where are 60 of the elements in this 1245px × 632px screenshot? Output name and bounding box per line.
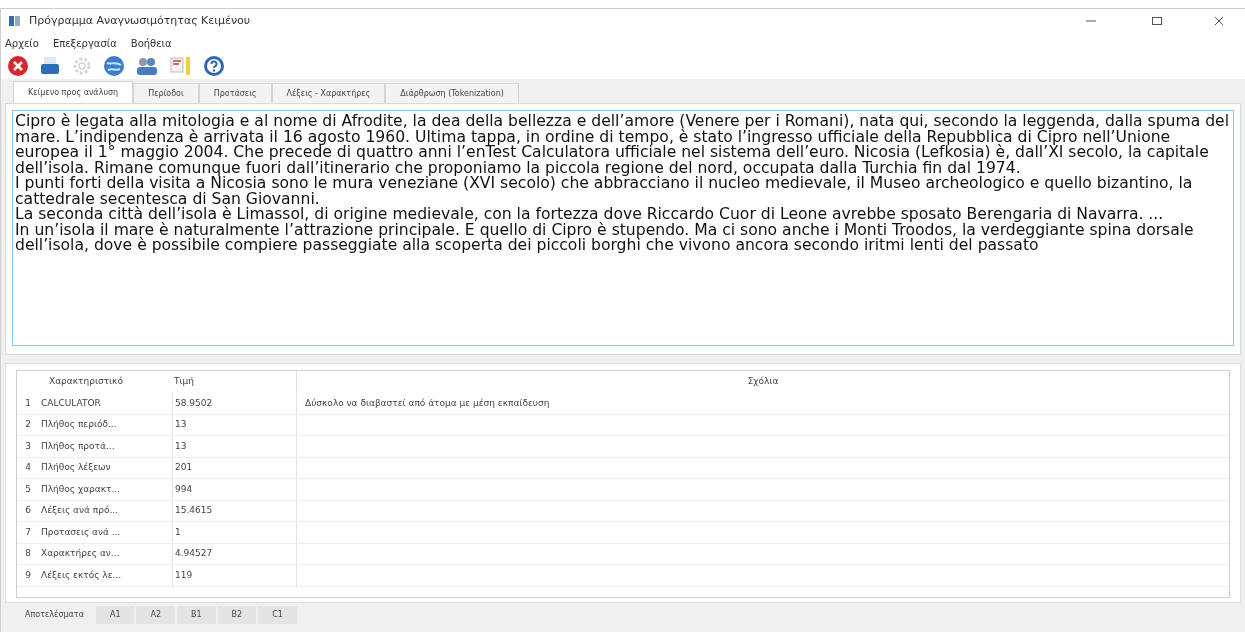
app-icon [9, 16, 21, 26]
paragraph: Cipro è legata alla mitologia e al nome di Afrodite, la dea della bellezza e dell’amore (Venere per i Romani), nata qui, secondo la leggenda, dalla spuma del mare. L’indipendenza è arrivata il 16 agosto 1960. Ultima tappa, in ordine di tempo, è stato l’ingresso ufficiale della Repubblica di Cipro nell’Unione europea il 1° maggio 2004. Che precede di quattro anni l’enTest Calculatora ufficiale nel sistema dell’euro. Nicosia (Lefkosia) è, dall’XI secolo, la capitale dell’isola. Rimane comunque fuori dall’itinerario che proponiamo la piccola regione del nord, occupata dalla Turchia fin dal 1974. [15, 114, 1230, 176]
tab[interactable]: Λέξεις - Χαρακτήρες [271, 83, 386, 103]
row-number: 9 [24, 568, 32, 582]
table-cell-text: Δύσκολο να διαβαστεί από άτομα με μέση εκπαίδευση [304, 396, 551, 410]
close-icon[interactable] [1213, 15, 1225, 27]
paragraph: La seconda città dell’isola è Limassol, di origine medievale, con la fortezza dove Riccardo Cuor di Leone avrebbe sposato Berengaria di Navarra. ... [15, 207, 1165, 223]
globe-icon[interactable] [103, 55, 125, 77]
table-cell: 58.9502 [172, 393, 297, 414]
table-cell: 119 [172, 565, 297, 586]
table-cell-text: CALCULATOR [40, 396, 102, 410]
row-number: 5 [24, 482, 32, 496]
row-number: 3 [24, 439, 32, 453]
row-number: 6 [24, 504, 32, 517]
help-icon[interactable] [203, 55, 225, 77]
table-cell-text: Πλήθος προτά... [40, 439, 116, 453]
table-cell-text: Λέξεις εκτός λε... [40, 568, 123, 582]
paragraph: In un’isola il mare è naturalmente l’attrazione principale. E quello di Cipro è stupendo. Ma ci sono anche i Monti Troodos, la verdeggiante spina dorsale dell’isola, dove è possibile compiere passeggiate alla scoperta dei piccoli borghi che vivono ancora secondo iritmi lenti del passato [15, 222, 1195, 254]
row-number: 2 [24, 418, 32, 431]
column-header[interactable]: Τιμή [172, 371, 297, 393]
row-number: 4 [24, 461, 32, 474]
table-cell-text: Λέξεις ανά πρό... [40, 504, 120, 517]
row-number: 7 [24, 525, 32, 539]
tab[interactable]: Προτάσεις [198, 83, 272, 103]
table-cell-text: Προτασεις ανά ... [40, 525, 122, 539]
column-header[interactable]: Χαρακτηριστικό [47, 375, 172, 389]
text-area[interactable] [12, 110, 1234, 346]
people-icon[interactable] [135, 55, 159, 77]
menu-item[interactable]: Αρχείο [5, 35, 39, 51]
table-cell: 1 [172, 522, 297, 543]
table-cell: 13 [172, 414, 297, 435]
table-cell-text: Πλήθος περιόδ... [40, 418, 118, 431]
column-header[interactable]: Σχόλια [297, 375, 1229, 389]
paragraph: I punti forti della visita a Nicosia sono le mura veneziane (XVI secolo) che abbracciano il nucleo medievale, il Museo archeologico e quello bizantino, la cattedrale secentesca di San Giovanni. [15, 176, 1194, 207]
chart-icon[interactable] [169, 55, 193, 77]
tab[interactable]: Διάρθρωση (Tokenization) [385, 83, 519, 103]
menu-item[interactable]: Επεξεργασία [52, 35, 117, 51]
close-icon[interactable] [7, 55, 29, 77]
tab[interactable]: B2 [217, 606, 257, 624]
table-cell: 15.4615 [172, 500, 297, 521]
tab[interactable]: B1 [177, 606, 216, 624]
table-cell: 994 [172, 479, 297, 500]
table-cell: 4.94527 [172, 543, 297, 564]
tab[interactable]: Κείμενο προς ανάλυση [13, 81, 134, 103]
maximize-icon[interactable] [1151, 15, 1163, 27]
tab[interactable]: Περίοδοι [133, 83, 199, 103]
table-cell-text: Πλήθος λέξεων [40, 461, 112, 474]
tab[interactable]: A1 [95, 606, 135, 624]
table-cell: 13 [172, 436, 297, 457]
tab[interactable]: Αποτελέσματα [15, 606, 94, 624]
table-cell-text: Πλήθος χαρακτ... [40, 482, 122, 496]
row-number: 8 [24, 547, 32, 560]
tab[interactable]: A2 [136, 606, 176, 624]
window-title: Πρόγραμμα Αναγνωσιμότητας Κειμένου [29, 12, 251, 29]
table-cell-text: Χαρακτήρες αν... [40, 547, 121, 560]
row-number: 1 [24, 396, 32, 410]
menu-item[interactable]: Βοήθεια [130, 35, 172, 51]
printer-icon[interactable] [39, 55, 61, 77]
table-cell: 201 [172, 457, 297, 478]
tab[interactable]: C1 [258, 606, 297, 624]
